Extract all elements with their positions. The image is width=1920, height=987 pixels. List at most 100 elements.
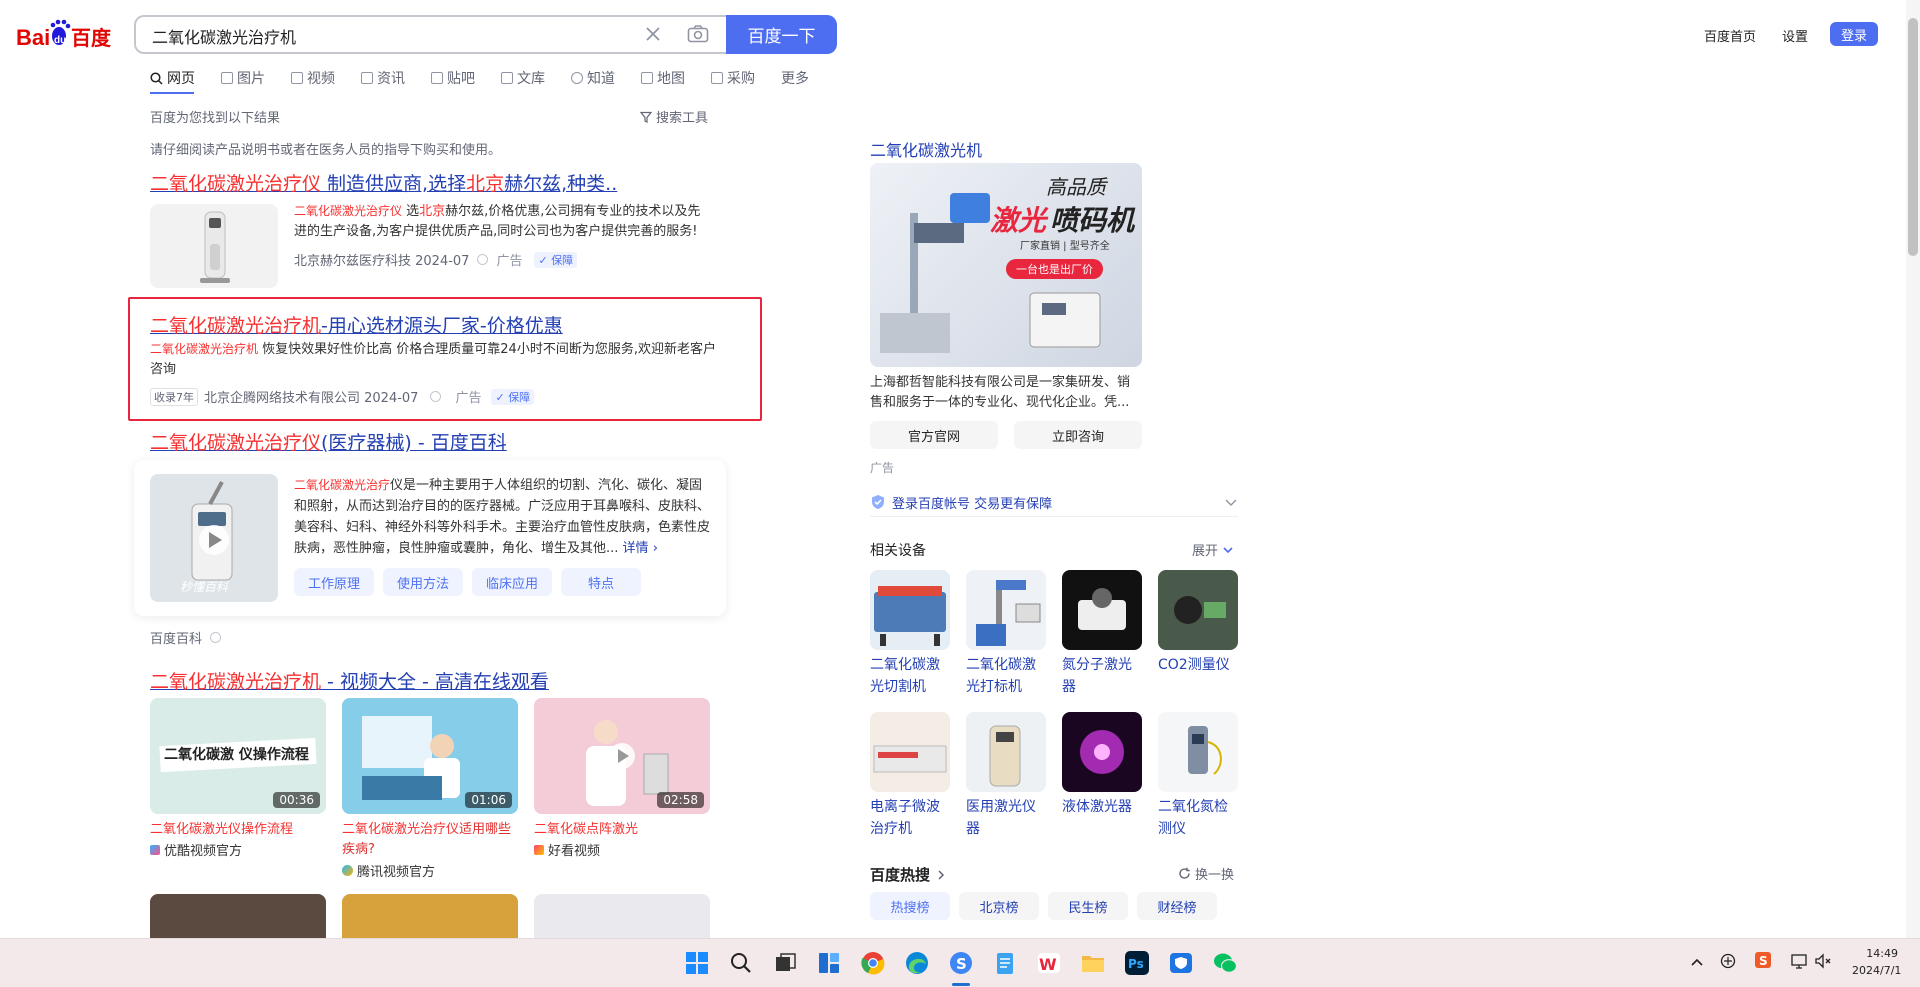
baike-video-thumbnail[interactable]: 秒懂百科 xyxy=(150,474,278,602)
hot-tab-beijing[interactable]: 北京榜 xyxy=(959,892,1039,920)
task-view-icon[interactable] xyxy=(772,950,798,976)
tab-zhidao[interactable]: 知道 xyxy=(571,68,615,88)
chevron-down-icon xyxy=(1225,499,1237,506)
chip-features[interactable]: 特点 xyxy=(561,568,641,596)
widgets-icon[interactable] xyxy=(816,950,842,976)
related-item-image xyxy=(1158,570,1238,650)
login-guarantee-tip[interactable]: 登录百度帐号 交易更有保障 xyxy=(870,488,1238,517)
nav-baidu-home[interactable]: 百度首页 xyxy=(1704,26,1756,45)
related-item[interactable]: 液体激光器 xyxy=(1062,712,1142,818)
clear-icon[interactable] xyxy=(644,25,662,43)
tab-web[interactable]: 网页 xyxy=(150,68,195,88)
tab-video[interactable]: 视频 xyxy=(291,68,335,88)
video-3-thumbnail[interactable]: 02:58 xyxy=(534,698,710,814)
tab-wenku[interactable]: 文库 xyxy=(501,68,545,88)
search-icon xyxy=(150,71,163,85)
info-icon[interactable] xyxy=(477,254,489,265)
wps-icon[interactable]: W xyxy=(1036,950,1062,976)
baidu-logo[interactable]: Bai du 百度 xyxy=(16,18,118,52)
tab-map[interactable]: 地图 xyxy=(641,68,685,88)
camera-icon[interactable] xyxy=(687,24,709,44)
related-item-image xyxy=(1062,570,1142,650)
ad-desc: 上海都哲智能科技有限公司是一家集研发、销售和服务于一体的专业化、现代化企业。凭.… xyxy=(870,375,1131,410)
tab-news[interactable]: 资讯 xyxy=(361,68,405,88)
chip-clinical-use[interactable]: 临床应用 xyxy=(472,568,552,596)
baike-more-link[interactable]: 详情 › xyxy=(623,541,658,556)
result-1-thumbnail[interactable] xyxy=(150,204,278,288)
search-tabs: 网页 图片 视频 资讯 贴吧 文库 知道 地图 采购 更多 xyxy=(150,68,809,88)
result-3-title[interactable]: 二氧化碳激光治疗仪(医疗器械) - 百度百科 xyxy=(150,428,507,455)
svg-text:du: du xyxy=(54,35,66,46)
ime-icon[interactable] xyxy=(1720,953,1736,969)
edge-icon[interactable] xyxy=(904,950,930,976)
info-icon[interactable] xyxy=(210,632,222,643)
chevron-up-icon[interactable] xyxy=(1690,955,1704,969)
related-item[interactable]: 二氧化氮检测仪 xyxy=(1158,712,1238,840)
video-1-thumbnail[interactable]: 二氧化碳激 仪操作流程 00:36 xyxy=(150,698,326,814)
ad-consult-button[interactable]: 立即咨询 xyxy=(1014,421,1142,449)
result-1-title[interactable]: 二氧化碳激光治疗仪 制造供应商,选择北京赫尔兹,种类.. xyxy=(150,169,617,196)
result-2-desc: 二氧化碳激光治疗机 恢复快效果好性价比高 价格合理质量可靠24小时不间断为您服务… xyxy=(150,342,716,377)
video-4-thumbnail[interactable] xyxy=(150,894,326,938)
scrollbar-thumb[interactable] xyxy=(1908,18,1918,256)
tab-tieba[interactable]: 贴吧 xyxy=(431,68,475,88)
ad-title[interactable]: 二氧化碳激光机 xyxy=(870,137,982,161)
security-app-icon[interactable] xyxy=(1168,950,1194,976)
nav-settings[interactable]: 设置 xyxy=(1782,26,1808,45)
login-button[interactable]: 登录 xyxy=(1830,22,1878,46)
tab-purchase[interactable]: 采购 xyxy=(711,68,755,88)
notepad-icon[interactable] xyxy=(992,950,1018,976)
ad-official-site-button[interactable]: 官方官网 xyxy=(870,421,998,449)
search-input[interactable] xyxy=(150,17,614,54)
info-icon[interactable] xyxy=(430,391,442,402)
search-tools[interactable]: 搜索工具 xyxy=(640,107,708,126)
video-2-duration: 01:06 xyxy=(465,792,512,808)
search-button[interactable]: 百度一下 xyxy=(726,15,837,54)
photoshop-icon[interactable]: Ps xyxy=(1124,950,1150,976)
hot-refresh[interactable]: 换一换 xyxy=(1178,864,1234,883)
search-box[interactable] xyxy=(134,15,726,54)
related-item[interactable]: 二氧化碳激光打标机 xyxy=(966,570,1046,698)
related-item-image xyxy=(966,570,1046,650)
system-clock[interactable]: 14:49 2024/7/1 xyxy=(1852,945,1901,979)
related-item[interactable]: 氮分子激光器 xyxy=(1062,570,1142,698)
related-expand[interactable]: 展开 xyxy=(1192,540,1234,559)
document-icon xyxy=(501,72,513,84)
sogou-browser-icon[interactable]: S xyxy=(948,950,974,976)
related-item[interactable]: 电离子微波治疗机 xyxy=(870,712,950,840)
video-2-title[interactable]: 二氧化碳激光治疗仪适用哪些疾病? xyxy=(342,820,518,860)
result-4-title[interactable]: 二氧化碳激光治疗机 - 视频大全 - 高清在线观看 xyxy=(150,667,549,694)
related-item[interactable]: 医用激光仪器 xyxy=(966,712,1046,840)
video-5-thumbnail[interactable] xyxy=(342,894,518,938)
volume-muted-icon[interactable] xyxy=(1814,952,1832,970)
tab-images[interactable]: 图片 xyxy=(221,68,265,88)
guarantee-badge[interactable]: ✓ 保障 xyxy=(534,251,578,268)
haokan-icon xyxy=(534,844,544,855)
video-3-title[interactable]: 二氧化碳点阵激光 xyxy=(534,820,710,840)
result-2-title[interactable]: 二氧化碳激光治疗机-用心选材源头厂家-价格优惠 xyxy=(150,311,563,338)
wechat-icon[interactable] xyxy=(1212,950,1238,976)
related-item[interactable]: CO2测量仪 xyxy=(1158,570,1238,676)
network-icon[interactable] xyxy=(1790,952,1808,970)
ad-label: 广告 xyxy=(870,461,895,475)
svg-text:S: S xyxy=(1759,954,1768,968)
search-icon[interactable] xyxy=(728,950,754,976)
ad-image[interactable]: 高品质 激光 喷码机 厂家直销 | 型号齐全 一台也是出厂价 xyxy=(870,163,1142,367)
tab-more[interactable]: 更多 xyxy=(781,68,809,88)
hot-tab-hot[interactable]: 热搜榜 xyxy=(870,892,950,920)
chip-usage[interactable]: 使用方法 xyxy=(383,568,463,596)
svg-text:S: S xyxy=(956,955,967,973)
hot-tab-finance[interactable]: 财经榜 xyxy=(1137,892,1217,920)
file-explorer-icon[interactable] xyxy=(1080,950,1106,976)
hot-tab-livelihood[interactable]: 民生榜 xyxy=(1048,892,1128,920)
related-item[interactable]: 二氧化碳激光切割机 xyxy=(870,570,950,698)
chrome-icon[interactable] xyxy=(860,950,886,976)
sogou-ime-icon[interactable]: S xyxy=(1754,951,1772,969)
video-2-thumbnail[interactable]: 01:06 xyxy=(342,698,518,814)
hot-search-title[interactable]: 百度热搜 xyxy=(870,864,946,885)
guarantee-badge[interactable]: ✓ 保障 xyxy=(491,388,535,405)
chip-working-principle[interactable]: 工作原理 xyxy=(294,568,374,596)
video-1-title[interactable]: 二氧化碳激光仪操作流程 xyxy=(150,820,326,840)
video-6-thumbnail[interactable] xyxy=(534,894,710,938)
windows-start-icon[interactable] xyxy=(684,950,710,976)
